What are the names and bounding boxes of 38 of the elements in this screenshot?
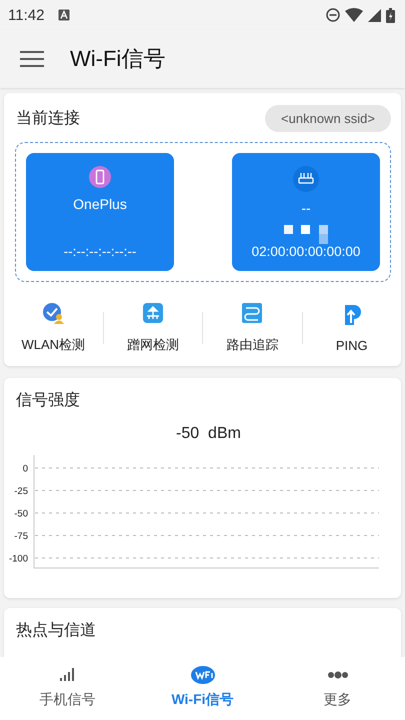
router-icon xyxy=(293,166,319,192)
axis-tick-label: -100 xyxy=(8,554,28,564)
section-title: 热点与信道 xyxy=(16,620,97,641)
tool-button[interactable]: 蹭网检测 xyxy=(104,302,202,354)
nav-tab[interactable]: 更多 xyxy=(270,657,405,720)
check-badge-icon xyxy=(42,302,64,324)
cell-signal-icon xyxy=(368,8,381,22)
nav-tab[interactable]: 手机信号 xyxy=(0,657,135,720)
signal-reading: -50 dBm xyxy=(175,425,242,443)
network-icon xyxy=(142,302,164,324)
status-time: 11:42 xyxy=(8,6,44,24)
section-title: 信号强度 xyxy=(16,390,81,411)
nav-tab[interactable]: Wi-Fi信号 xyxy=(135,657,270,720)
do-not-disturb-icon xyxy=(326,8,340,22)
section-title: 当前连接 xyxy=(16,108,80,129)
device-name: OnePlus xyxy=(73,196,127,214)
tool-button[interactable]: PING xyxy=(302,304,401,352)
route-icon xyxy=(241,302,264,324)
tool-button[interactable]: WLAN检测 xyxy=(4,302,102,354)
ssid-chip: <unknown ssid> xyxy=(265,105,391,132)
mac-address: --:--:--:--:--:-- xyxy=(64,244,136,259)
axis-tick-label: -75 xyxy=(14,531,28,542)
axis-tick-label: -50 xyxy=(14,508,28,520)
device-name: -- xyxy=(301,200,311,218)
signal-bars-icon xyxy=(284,225,328,244)
notification-icon xyxy=(58,9,70,21)
axis-tick-label: 0 xyxy=(22,464,28,474)
menu-icon xyxy=(20,50,44,68)
battery-icon xyxy=(386,8,395,22)
tool-button[interactable]: 路由追踪 xyxy=(203,302,302,354)
wifi-icon xyxy=(190,665,216,685)
device-card[interactable]: -- 02:00:00:00:00:00 xyxy=(232,153,380,271)
device-card[interactable]: OnePlus --:--:--:--:--:-- xyxy=(26,153,174,271)
app-title: Wi-Fi信号 xyxy=(70,45,166,73)
mac-address: 02:00:00:00:00:00 xyxy=(252,244,360,259)
wifi-icon xyxy=(345,8,363,22)
phone-icon xyxy=(89,166,111,188)
axis-tick-label: -25 xyxy=(14,486,28,497)
